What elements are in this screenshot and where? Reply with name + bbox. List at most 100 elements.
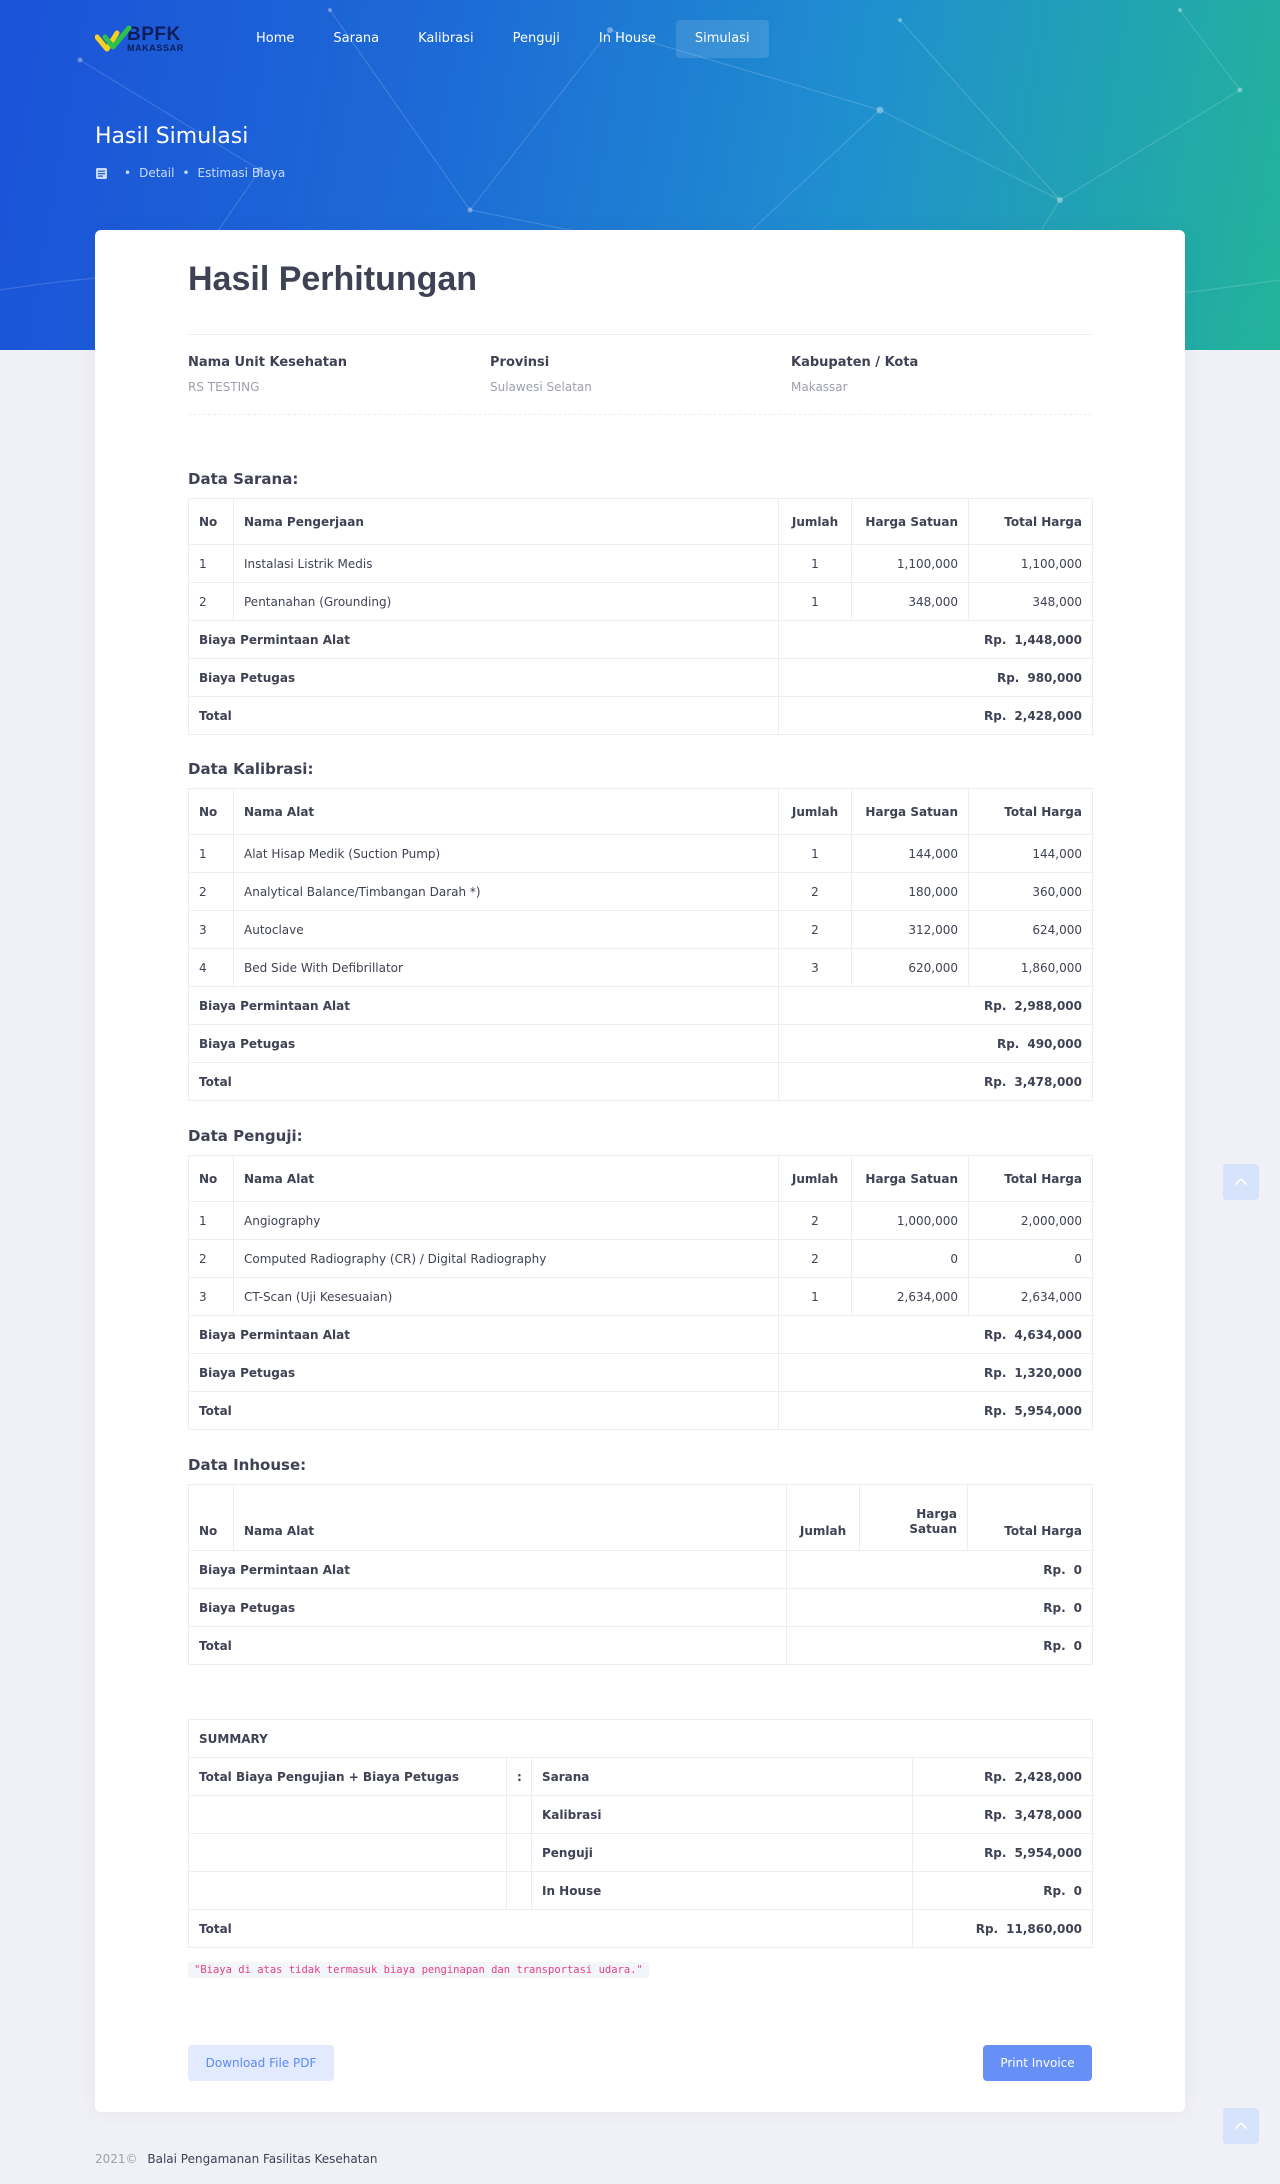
summary-item-value: Rp. 2,428,000 (911, 1757, 1094, 1796)
cell-col-no: 3 (188, 910, 234, 949)
total-amount: 0 (1073, 1600, 1082, 1615)
header-col-name: Nama Alat (233, 1484, 787, 1551)
currency-label: Rp. (996, 1036, 1020, 1051)
result-card: Hasil Perhitungan Nama Unit Kesehatan RS… (95, 230, 1185, 2112)
header-col-jumlah: Jumlah (778, 498, 852, 545)
cell-col-jumlah: 2 (778, 1201, 852, 1240)
total-row: Biaya Permintaan Alat Rp. 0 (188, 1550, 1093, 1589)
section-title-sarana: Data Sarana: (188, 470, 299, 488)
total-row: Total Rp. 5,954,000 (188, 1391, 1093, 1430)
nav-in-house[interactable]: In House (580, 20, 675, 58)
cell-col-jumlah: 1 (778, 834, 852, 873)
header-col-total-harga: Total Harga (968, 1155, 1093, 1202)
total-value: Rp. 1,448,000 (778, 620, 1093, 659)
total-row: Biaya Petugas Rp. 490,000 (188, 1024, 1093, 1063)
table-sarana: No Nama Pengerjaan Jumlah Harga Satuan Total… (188, 498, 1093, 735)
currency-label: Rp. (1043, 1600, 1066, 1615)
nav-sarana[interactable]: Sarana (314, 20, 398, 58)
total-amount: 2,988,000 (1014, 998, 1082, 1013)
total-amount: 1,448,000 (1014, 632, 1082, 647)
table-row: 3 CT-Scan (Uji Kesesuaian) 1 2,634,000 2,634… (188, 1277, 1093, 1316)
total-value: Rp. 0 (786, 1550, 1093, 1589)
total-row: Total Rp. 3,478,000 (188, 1062, 1093, 1101)
cell-col-name: CT-Scan (Uji Kesesuaian) (233, 1277, 779, 1316)
cell-col-no: 1 (188, 1201, 234, 1240)
header-col-total-harga: Total Harga (968, 498, 1093, 545)
breadcrumb-separator: • (124, 166, 132, 180)
currency-label: Rp. (984, 1769, 1007, 1784)
header-col-total-harga: Total Harga (967, 1484, 1093, 1551)
brand-name: BPFK (127, 24, 181, 45)
download-pdf-button[interactable]: Download File PDF (188, 2045, 334, 2081)
main-nav: Home Sarana Kalibrasi Penguji In House S… (237, 20, 770, 58)
currency-label: Rp. (975, 1921, 999, 1936)
cell-col-name: Bed Side With Defibrillator (233, 948, 779, 987)
total-value: Rp. 490,000 (778, 1024, 1093, 1063)
total-label: Total (188, 1391, 779, 1430)
currency-label: Rp. (984, 1365, 1007, 1380)
cell-col-total-harga: 144,000 (968, 834, 1093, 873)
footer-org-link[interactable]: Balai Pengamanan Fasilitas Kesehatan (147, 2152, 377, 2166)
total-row: Biaya Petugas Rp. 1,320,000 (188, 1353, 1093, 1392)
print-invoice-button[interactable]: Print Invoice (983, 2045, 1092, 2081)
total-label: Biaya Permintaan Alat (188, 1315, 779, 1354)
table-header-row: No Nama Alat Jumlah Harga Satuan Total Harga (188, 1155, 1093, 1202)
info-label: Nama Unit Kesehatan (188, 355, 347, 370)
summary-total-label: Total (188, 1909, 913, 1948)
total-amount: 2,428,000 (1014, 708, 1082, 723)
header-col-no: No (188, 1155, 234, 1202)
table-row: 4 Bed Side With Defibrillator 3 620,000 1,86… (188, 948, 1093, 987)
table-summary: SUMMARY Total Biaya Pengujian + Biaya Pe… (187, 1719, 1094, 1948)
total-label: Biaya Petugas (188, 1024, 779, 1063)
breadcrumb-detail[interactable]: Detail (139, 166, 174, 180)
currency-label: Rp. (1043, 1562, 1066, 1577)
currency-label: Rp. (984, 1403, 1007, 1418)
summary-colon: : (506, 1757, 532, 1796)
currency-label: Rp. (984, 1074, 1007, 1089)
total-value: Rp. 0 (786, 1626, 1093, 1665)
nav-penguji[interactable]: Penguji (494, 20, 579, 58)
info-label: Kabupaten / Kota (791, 355, 919, 370)
scroll-top-button[interactable] (1223, 1164, 1259, 1200)
cell-col-jumlah: 2 (778, 1239, 852, 1278)
header-col-no: No (188, 498, 234, 545)
total-value: Rp. 5,954,000 (778, 1391, 1093, 1430)
summary-label: Total Biaya Pengujian + Biaya Petugas (188, 1757, 507, 1796)
table-row: 3 Autoclave 2 312,000 624,000 (188, 910, 1093, 949)
brand-logo[interactable]: BPFK MAKASSAR (95, 20, 205, 58)
cell-col-name: Autoclave (233, 910, 779, 949)
info-value: RS TESTING (188, 380, 260, 394)
summary-item-name: Kalibrasi (531, 1795, 913, 1834)
logo-check-icon (95, 25, 132, 52)
cell-col-harga-satuan: 0 (851, 1239, 969, 1278)
cell-col-harga-satuan: 348,000 (851, 582, 969, 621)
header-col-jumlah: Jumlah (778, 788, 852, 835)
total-label: Biaya Permintaan Alat (188, 986, 779, 1025)
top-navbar: BPFK MAKASSAR Home Sarana Kalibrasi Peng… (95, 20, 770, 58)
empty-cell (188, 1833, 507, 1872)
nav-home[interactable]: Home (237, 20, 313, 58)
total-row: Biaya Permintaan Alat Rp. 2,988,000 (188, 986, 1093, 1025)
cell-col-no: 1 (188, 544, 234, 583)
summary-item-name: In House (531, 1871, 913, 1910)
breadcrumb-estimasi[interactable]: Estimasi Biaya (198, 166, 286, 180)
total-value: Rp. 2,988,000 (778, 986, 1093, 1025)
summary-amount: 0 (1073, 1883, 1083, 1898)
total-amount: 490,000 (1027, 1036, 1082, 1051)
total-value: Rp. 3,478,000 (778, 1062, 1093, 1101)
nav-kalibrasi[interactable]: Kalibrasi (399, 20, 492, 58)
cell-col-total-harga: 624,000 (968, 910, 1093, 949)
table-kalibrasi: No Nama Alat Jumlah Harga Satuan Total Harga… (188, 788, 1093, 1101)
header-col-harga-satuan: Harga Satuan (851, 1155, 969, 1202)
scroll-top-button-bottom[interactable] (1223, 2108, 1259, 2144)
home-icon[interactable] (95, 167, 108, 180)
currency-label: Rp. (984, 1807, 1007, 1822)
nav-simulasi[interactable]: Simulasi (675, 20, 769, 58)
disclaimer-note: "Biaya di atas tidak termasuk biaya peng… (188, 1962, 649, 1978)
header-col-harga-satuan: Harga Satuan (851, 788, 969, 835)
currency-label: Rp. (984, 1327, 1007, 1342)
cell-col-harga-satuan: 144,000 (851, 834, 969, 873)
cell-col-harga-satuan: 1,100,000 (851, 544, 969, 583)
info-label: Provinsi (490, 355, 550, 370)
card-title: Hasil Perhitungan (188, 260, 478, 298)
